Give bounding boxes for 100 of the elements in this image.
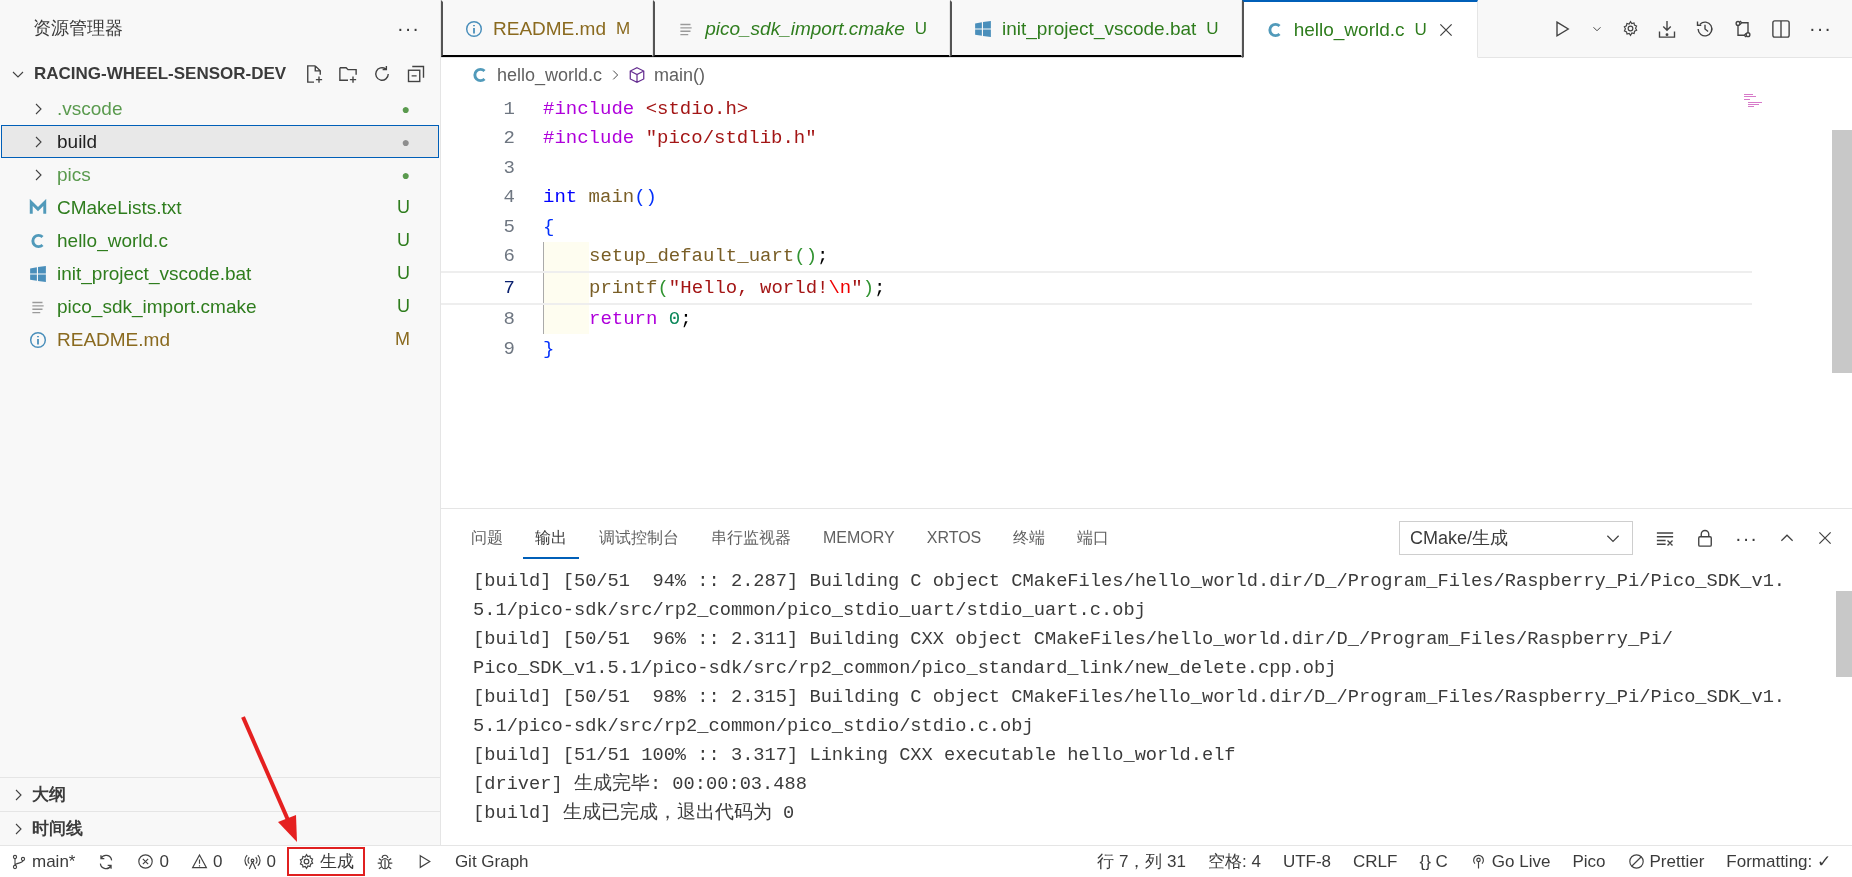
output-line: [build] [51/51 100% :: 3.317] Linking CXX executable hello_world.elf	[473, 743, 1236, 768]
status-item[interactable]: Formatting: ✓	[1715, 847, 1842, 876]
output-line: 5.1/pico-sdk/src/rp2_common/pico_stdio/stdio.c.obj	[473, 714, 1034, 739]
explorer-title: 资源管理器	[33, 17, 123, 40]
info-icon	[29, 330, 47, 349]
file-name: pics	[57, 163, 92, 186]
git-status: U	[397, 197, 410, 218]
status-item[interactable]: UTF-8	[1271, 847, 1343, 876]
status-item[interactable]: 0	[233, 847, 287, 876]
line-number: 3	[502, 156, 516, 179]
error-icon	[137, 853, 155, 870]
breadcrumb-item[interactable]: hello_world.c	[471, 64, 603, 86]
code-line: printf("Hello, world!\n");	[589, 276, 886, 299]
compare-icon	[1733, 18, 1753, 39]
m-file-icon	[29, 198, 47, 217]
more-actions[interactable]: ···	[397, 16, 420, 40]
file-tree-item[interactable]: init_project_vscode.bat U	[1, 257, 439, 290]
branch-icon	[11, 853, 27, 870]
panel-tab[interactable]: 问题	[459, 517, 515, 559]
editor-tab[interactable]: init_project_vscode.bat U	[950, 0, 1242, 57]
file-name: init_project_vscode.bat	[57, 262, 253, 285]
code-line: #include "pico/stdlib.h"	[543, 127, 817, 150]
git-status: M	[395, 329, 410, 350]
status-item[interactable]: 0	[179, 847, 234, 876]
status-item[interactable]: Git Graph	[443, 847, 540, 876]
new-folder-icon	[338, 64, 358, 84]
more-actions[interactable]: ···	[1809, 17, 1832, 40]
breadcrumb-item[interactable]: main()	[628, 64, 706, 86]
status-item[interactable]: Pico	[1561, 847, 1617, 876]
antenna-icon	[244, 853, 262, 870]
file-tree-item[interactable]: README.md M	[1, 323, 439, 356]
line-number: 2	[502, 127, 516, 150]
file-tree-item[interactable]: pico_sdk_import.cmake U	[1, 290, 439, 323]
status-item[interactable]: Prettier	[1616, 847, 1716, 876]
line-number: 7	[502, 276, 516, 299]
git-status: U	[397, 296, 410, 317]
code-line: #include <stdio.h>	[543, 97, 749, 120]
code-line: int main()	[543, 186, 658, 209]
code-line: {	[543, 215, 555, 238]
file-name: build	[57, 130, 99, 153]
status-item[interactable]: 空格: 4	[1197, 847, 1272, 876]
panel-tab[interactable]: XRTOS	[914, 519, 994, 557]
folder-name[interactable]: RACING-WHEEL-SENSOR-DEV	[34, 64, 296, 84]
status-item[interactable]: 0	[126, 847, 180, 876]
info-icon	[465, 19, 483, 38]
line-number: 1	[502, 97, 516, 120]
output-channel-dropdown[interactable]: CMake/生成	[1399, 521, 1633, 555]
section-title[interactable]: 大纲	[32, 783, 66, 806]
scrollbar[interactable]	[1832, 130, 1852, 373]
line-number: 8	[502, 308, 516, 331]
git-status: U	[397, 263, 410, 284]
line-number: 9	[502, 337, 516, 360]
status-item[interactable]: 生成	[286, 847, 365, 876]
file-tree-item[interactable]: CMakeLists.txt U	[1, 191, 439, 224]
more-actions[interactable]: ···	[1735, 526, 1758, 550]
new-file-icon	[304, 64, 324, 84]
editor-tab[interactable]: hello_world.c U	[1241, 0, 1478, 58]
git-status: U	[397, 230, 410, 251]
panel-tab[interactable]: 串行监视器	[699, 517, 803, 559]
file-name: pico_sdk_import.cmake	[57, 295, 258, 318]
output-line: [build] [50/51 94% :: 2.287] Building C object CMakeFiles/hello_world.dir/D_/Program_Files/Raspberry_Pi/Pico_SDK_v1.	[473, 569, 1786, 594]
output-line: [build] 生成已完成，退出代码为 0	[473, 801, 795, 826]
file-tree-item[interactable]: hello_world.c U	[1, 224, 439, 257]
editor-tab[interactable]: README.md M	[441, 0, 654, 57]
output-line: [build] [50/51 98% :: 2.315] Building C object CMakeFiles/hello_world.dir/D_/Program_Files/Raspberry_Pi/Pico_SDK_v1.	[473, 685, 1786, 710]
panel-tab[interactable]: 调试控制台	[587, 517, 691, 559]
refresh-icon	[372, 64, 392, 84]
panel-tab[interactable]: MEMORY	[811, 519, 907, 557]
windows-file-icon	[974, 19, 992, 38]
file-name: hello_world.c	[57, 229, 169, 252]
file-name: CMakeLists.txt	[57, 196, 183, 219]
download-icon	[1657, 18, 1677, 39]
status-item[interactable]: Go Live	[1458, 847, 1562, 876]
file-tree-item[interactable]: build ●	[1, 125, 439, 158]
section-title[interactable]: 时间线	[32, 817, 83, 840]
line-number: 5	[502, 215, 516, 238]
status-item[interactable]: 行 7，列 31	[1086, 847, 1197, 876]
status-item[interactable]: CRLF	[1342, 847, 1409, 876]
panel-tab[interactable]: 端口	[1065, 517, 1122, 559]
status-dot: ●	[401, 100, 410, 117]
editor-tab[interactable]: pico_sdk_import.cmake U	[653, 0, 950, 57]
bug-icon	[375, 852, 394, 871]
status-item[interactable]: {} C	[1408, 847, 1459, 876]
close-icon	[1816, 529, 1834, 547]
prohibit-icon	[1627, 853, 1645, 870]
split-editor-icon	[1771, 18, 1791, 39]
gear-icon	[297, 853, 315, 870]
output-line: [build] [50/51 96% :: 2.311] Building CXX object CMakeFiles/hello_world.dir/D_/Program_Files/Raspberry_Pi/	[473, 627, 1673, 652]
panel-tab[interactable]: 终端	[1001, 517, 1058, 559]
file-name: .vscode	[57, 97, 124, 120]
output-line: 5.1/pico-sdk/src/rp2_common/pico_stdio_uart/stdio_uart.c.obj	[473, 598, 1146, 623]
scrollbar[interactable]	[1836, 591, 1852, 677]
panel-tab[interactable]: 输出	[523, 517, 579, 559]
status-dot: ●	[401, 133, 410, 150]
status-item[interactable]: main*	[0, 847, 87, 876]
output-line: [driver] 生成完毕: 00:00:03.488	[473, 772, 807, 797]
output-line: Pico_SDK_v1.5.1/pico-sdk/src/rp2_common/pico_standard_link/new_delete.cpp.obj	[473, 656, 1337, 681]
windows-file-icon	[29, 264, 47, 283]
code-line: }	[543, 337, 555, 360]
lock-icon	[1695, 528, 1715, 548]
